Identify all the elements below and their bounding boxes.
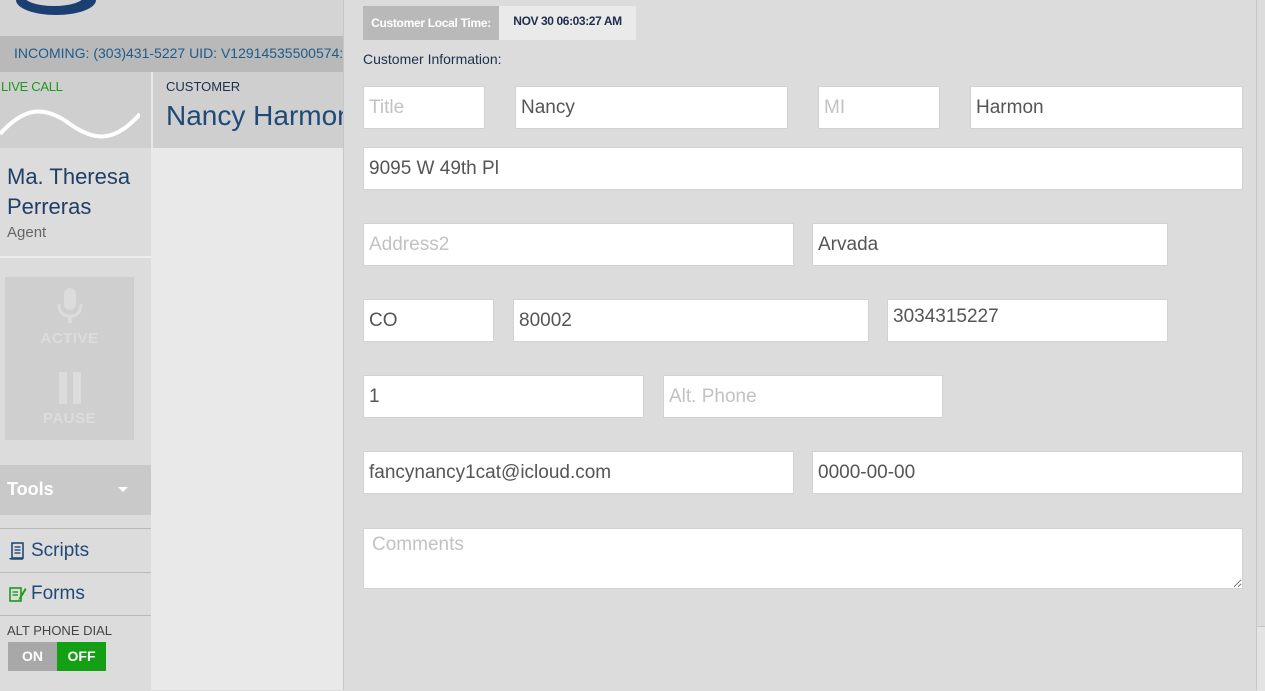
live-call-label: LIVE CALL (1, 79, 63, 94)
logo-area (0, 0, 344, 36)
customer-information-label: Customer Information: (363, 51, 502, 67)
alt-phone-dial-label: ALT PHONE DIAL (7, 623, 112, 638)
sidebar-item-label: Scripts (31, 540, 90, 561)
agent-role: Agent (7, 224, 47, 241)
first-name-field[interactable] (515, 86, 788, 129)
phone-code-field[interactable] (363, 375, 644, 418)
phone-number-field[interactable] (887, 299, 1168, 342)
microphone-icon[interactable] (57, 287, 83, 325)
customer-label: CUSTOMER (166, 79, 241, 94)
scroll-icon (9, 542, 24, 560)
customer-local-time-label: Customer Local Time: (363, 6, 499, 40)
middle-initial-field[interactable] (818, 86, 940, 129)
customer-local-time-value: NOV 30 06:03:27 AM (499, 6, 636, 40)
sound-wave-icon (0, 109, 140, 139)
sidebar-item-forms[interactable]: Forms (0, 573, 151, 615)
alt-phone-field[interactable] (663, 375, 943, 418)
pause-button[interactable]: PAUSE (5, 410, 134, 427)
live-call-indicator: LIVE CALL (0, 72, 151, 148)
email-field[interactable] (363, 451, 794, 494)
state-field[interactable] (363, 299, 494, 342)
customer-name: Nancy Harmon (166, 100, 344, 131)
scrollbar[interactable] (1256, 0, 1265, 691)
caret-down-icon (118, 487, 128, 492)
incoming-call-info: INCOMING: (303)431-5227 UID: V1291453550… (0, 36, 344, 72)
city-field[interactable] (812, 223, 1168, 266)
middle-panel (151, 148, 344, 690)
last-name-field[interactable] (970, 86, 1243, 129)
tools-menu-toggle[interactable]: Tools (0, 465, 151, 515)
edit-form-icon (9, 587, 27, 602)
active-button[interactable]: ACTIVE (5, 330, 134, 347)
address1-field[interactable] (363, 147, 1243, 190)
tools-label: Tools (7, 479, 54, 499)
pause-icon[interactable] (57, 372, 83, 404)
alt-phone-dial-on-button[interactable]: ON (8, 642, 57, 671)
call-controls: ACTIVE PAUSE (5, 277, 134, 440)
divider (0, 528, 151, 529)
sidebar-item-scripts[interactable]: Scripts (0, 530, 151, 572)
title-field[interactable] (363, 86, 485, 129)
sidebar-item-label: Forms (31, 583, 85, 604)
agent-name: Ma. Theresa Perreras (7, 164, 131, 219)
scrollbar-thumb[interactable] (1257, 626, 1265, 691)
date-of-birth-field[interactable] (812, 451, 1243, 494)
address2-field[interactable] (363, 223, 794, 266)
customer-header: CUSTOMER Nancy Harmon (153, 72, 344, 148)
divider (0, 256, 151, 258)
divider (343, 0, 344, 690)
postal-code-field[interactable] (513, 299, 869, 342)
alt-phone-dial-off-button[interactable]: OFF (57, 642, 106, 671)
agent-info: Ma. Theresa Perreras Agent (0, 150, 151, 255)
divider (0, 615, 151, 616)
comments-field[interactable] (363, 528, 1243, 589)
company-logo-icon (16, 0, 96, 15)
